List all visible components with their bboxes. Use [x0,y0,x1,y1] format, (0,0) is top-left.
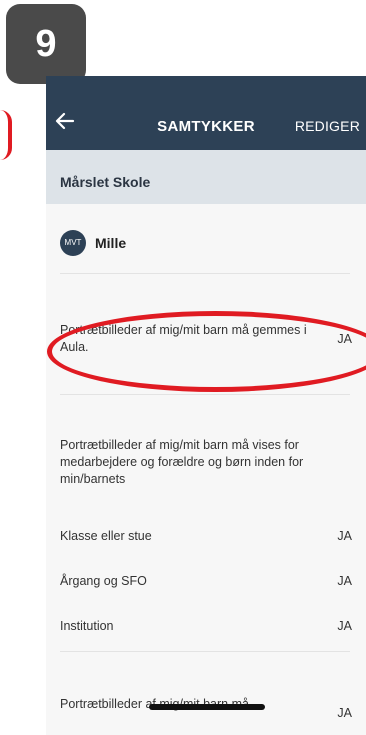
child-row: MVT Mille [60,204,350,274]
home-indicator [149,704,265,710]
consent-option-label: Institution [60,619,114,633]
annotation-arc [0,110,12,160]
consent-storage-row[interactable]: Portrætbilleder af mig/mit barn må gemme… [47,311,366,392]
consent-sharing-text: Portrætbilleder af mig/mit barn må vises… [60,438,304,486]
consent-partial-value: JA [337,706,352,720]
consent-option-value: JA [337,619,352,633]
consent-option-row[interactable]: Klasse eller stue JA [60,528,352,545]
consent-option-value: JA [337,574,352,588]
consent-option-label: Årgang og SFO [60,574,147,588]
consent-option-value: JA [337,529,352,543]
consent-storage-text: Portrætbilleder af mig/mit barn må gemme… [60,323,307,354]
consent-option-row[interactable]: Institution JA [60,618,352,635]
consent-option-row[interactable]: Årgang og SFO JA [60,573,352,590]
child-name: Mille [95,234,127,251]
phone-screen: SAMTYKKER REDIGER Mårslet Skole MVT Mill… [46,76,366,735]
avatar: MVT [60,229,86,256]
consent-storage-value: JA [337,332,352,346]
consent-partial-row[interactable]: Portrætbilleder af mig/mit barn må JA [60,696,352,735]
top-navigation-bar: SAMTYKKER REDIGER [46,76,366,150]
edit-button[interactable]: REDIGER [295,118,360,134]
consent-option-label: Klasse eller stue [60,529,152,543]
step-number-badge: 9 [6,4,86,84]
divider [60,651,350,652]
consent-sharing-row: Portrætbilleder af mig/mit barn må vises… [60,437,350,488]
school-name-header: Mårslet Skole [46,150,366,204]
divider [60,394,350,395]
consent-list: MVT Mille Portrætbilleder af mig/mit bar… [47,204,366,735]
